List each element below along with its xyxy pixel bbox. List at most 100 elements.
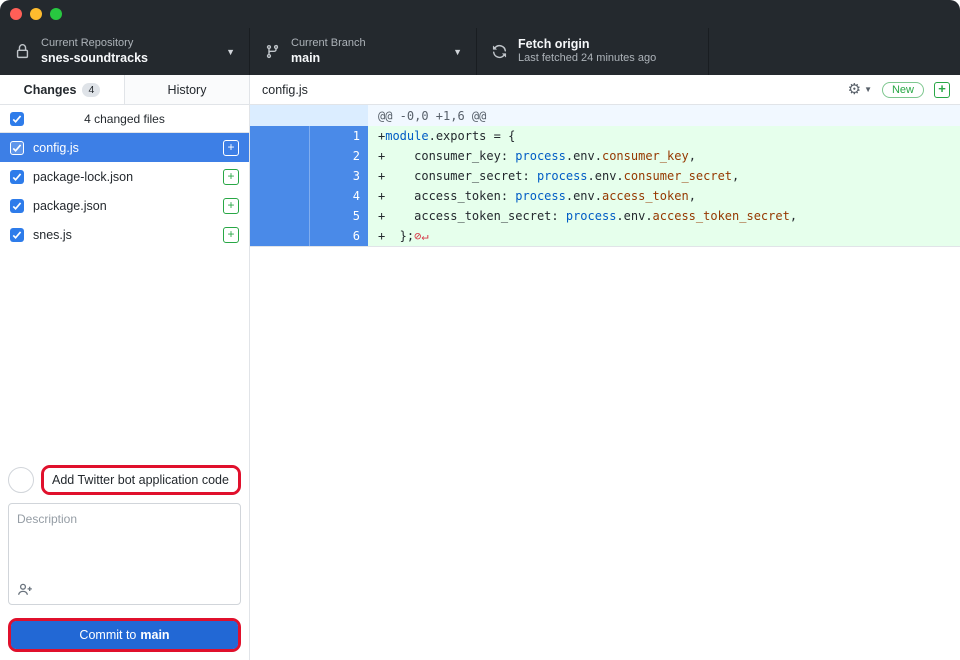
summary-highlight-annotation <box>41 465 241 495</box>
diff-code: + access_token_secret: process.env.acces… <box>368 206 960 226</box>
diff-view: @@ -0,0 +1,6 @@ 1+module.exports = {2+ c… <box>250 105 960 247</box>
gear-icon: ⚙ <box>848 82 861 97</box>
git-branch-icon <box>264 44 280 60</box>
diff-code: + access_token: process.env.access_token… <box>368 186 960 206</box>
diff-gutter-old[interactable] <box>250 186 309 206</box>
diff-header: config.js ⚙ ▼ New + <box>250 75 960 105</box>
diff-gutter-new[interactable]: 6 <box>309 226 368 246</box>
commit-button-label: Commit to <box>79 628 136 642</box>
repository-label: Current Repository <box>41 37 148 51</box>
app-window: Current Repository snes-soundtracks ▼ Cu… <box>0 0 960 660</box>
repository-name: snes-soundtracks <box>41 51 148 67</box>
diff-options-dropdown[interactable]: ⚙ ▼ <box>848 82 872 97</box>
file-name: package-lock.json <box>33 170 133 184</box>
diff-line-6[interactable]: 6+ };⊘↵ <box>250 226 960 246</box>
chevron-down-icon: ▼ <box>864 85 872 94</box>
tab-changes[interactable]: Changes 4 <box>0 75 125 104</box>
commit-description-box <box>8 503 241 605</box>
diff-gutter-old[interactable] <box>250 206 309 226</box>
diff-file-title: config.js <box>262 83 308 97</box>
sidebar-tabs: Changes 4 History <box>0 75 249 105</box>
repository-text: Current Repository snes-soundtracks <box>41 37 148 66</box>
diff-gutter-old[interactable] <box>250 126 309 146</box>
select-all-checkbox[interactable] <box>10 112 24 126</box>
file-name: snes.js <box>33 228 72 242</box>
tab-history-label: History <box>168 83 207 97</box>
fetch-sublabel: Last fetched 24 minutes ago <box>518 52 656 66</box>
chevron-down-icon: ▼ <box>216 47 235 57</box>
diff-gutter-old[interactable] <box>250 226 309 246</box>
commit-button-branch: main <box>140 628 169 642</box>
titlebar <box>0 0 960 28</box>
file-name: package.json <box>33 199 107 213</box>
hunk-header: @@ -0,0 +1,6 @@ <box>250 105 960 126</box>
main-panel: config.js ⚙ ▼ New + @@ -0,0 +1,6 @@ 1+mo… <box>250 75 960 660</box>
toolbar-empty <box>709 28 960 75</box>
diff-gutter-new[interactable]: 4 <box>309 186 368 206</box>
diff-code: + };⊘↵ <box>368 226 960 246</box>
fetch-label: Fetch origin <box>518 37 656 53</box>
changes-count-badge: 4 <box>82 83 100 97</box>
diff-line-4[interactable]: 4+ access_token: process.env.access_toke… <box>250 186 960 206</box>
diff-line-5[interactable]: 5+ access_token_secret: process.env.acce… <box>250 206 960 226</box>
branch-label: Current Branch <box>291 37 366 51</box>
diff-lines: 1+module.exports = {2+ consumer_key: pro… <box>250 126 960 246</box>
commit-summary-input[interactable] <box>44 468 238 492</box>
diff-line-2[interactable]: 2+ consumer_key: process.env.consumer_ke… <box>250 146 960 166</box>
file-checkbox[interactable] <box>10 170 24 184</box>
diff-code: +module.exports = { <box>368 126 960 146</box>
minimize-button[interactable] <box>30 8 42 20</box>
file-row-package.json[interactable]: package.json + <box>0 191 249 220</box>
current-branch-dropdown[interactable]: Current Branch main ▼ <box>250 28 477 75</box>
add-coauthor-icon[interactable] <box>17 581 33 597</box>
file-list: config.js+package-lock.json+package.json… <box>0 133 249 249</box>
commit-button-highlight-annotation: Commit to main <box>8 618 241 652</box>
toolbar: Current Repository snes-soundtracks ▼ Cu… <box>0 28 960 75</box>
file-checkbox[interactable] <box>10 141 24 155</box>
tab-history[interactable]: History <box>125 75 249 104</box>
commit-summary-row <box>8 465 241 495</box>
added-status-icon: + <box>223 227 239 243</box>
diff-gutter-new[interactable]: 5 <box>309 206 368 226</box>
diff-gutter-new[interactable]: 1 <box>309 126 368 146</box>
diff-gutter-new[interactable]: 2 <box>309 146 368 166</box>
new-file-badge: New <box>882 82 924 98</box>
avatar <box>8 467 34 493</box>
branch-name: main <box>291 51 366 67</box>
lock-icon <box>14 44 30 60</box>
file-checkbox[interactable] <box>10 228 24 242</box>
diff-line-1[interactable]: 1+module.exports = { <box>250 126 960 146</box>
diff-header-actions: ⚙ ▼ New + <box>848 82 950 98</box>
current-repository-dropdown[interactable]: Current Repository snes-soundtracks ▼ <box>0 28 250 75</box>
commit-area: Commit to main <box>0 465 249 660</box>
diff-line-3[interactable]: 3+ consumer_secret: process.env.consumer… <box>250 166 960 186</box>
changed-files-summary: 4 changed files <box>0 105 249 133</box>
added-status-icon: + <box>223 198 239 214</box>
added-status-icon: + <box>223 140 239 156</box>
hunk-header-text: @@ -0,0 +1,6 @@ <box>368 109 486 123</box>
traffic-lights <box>10 8 62 20</box>
file-name: config.js <box>33 141 79 155</box>
diff-gutter-new[interactable]: 3 <box>309 166 368 186</box>
content: Changes 4 History 4 changed files config… <box>0 75 960 660</box>
close-button[interactable] <box>10 8 22 20</box>
sidebar: Changes 4 History 4 changed files config… <box>0 75 250 660</box>
file-row-config.js[interactable]: config.js + <box>0 133 249 162</box>
commit-button[interactable]: Commit to main <box>11 621 238 649</box>
file-row-package-lock.json[interactable]: package-lock.json+ <box>0 162 249 191</box>
chevron-down-icon: ▼ <box>443 47 462 57</box>
fetch-origin-button[interactable]: Fetch origin Last fetched 24 minutes ago <box>477 28 709 75</box>
commit-description-input[interactable] <box>17 512 232 574</box>
branch-text: Current Branch main <box>291 37 366 66</box>
changed-files-label: 4 changed files <box>0 112 249 126</box>
diff-code: + consumer_secret: process.env.consumer_… <box>368 166 960 186</box>
file-checkbox[interactable] <box>10 199 24 213</box>
zoom-button[interactable] <box>50 8 62 20</box>
diff-code: + consumer_key: process.env.consumer_key… <box>368 146 960 166</box>
file-row-snes.js[interactable]: snes.js + <box>0 220 249 249</box>
diff-gutter-old[interactable] <box>250 146 309 166</box>
sync-icon <box>491 44 507 60</box>
hunk-gutter <box>250 105 368 126</box>
fetch-text: Fetch origin Last fetched 24 minutes ago <box>518 37 656 66</box>
diff-gutter-old[interactable] <box>250 166 309 186</box>
